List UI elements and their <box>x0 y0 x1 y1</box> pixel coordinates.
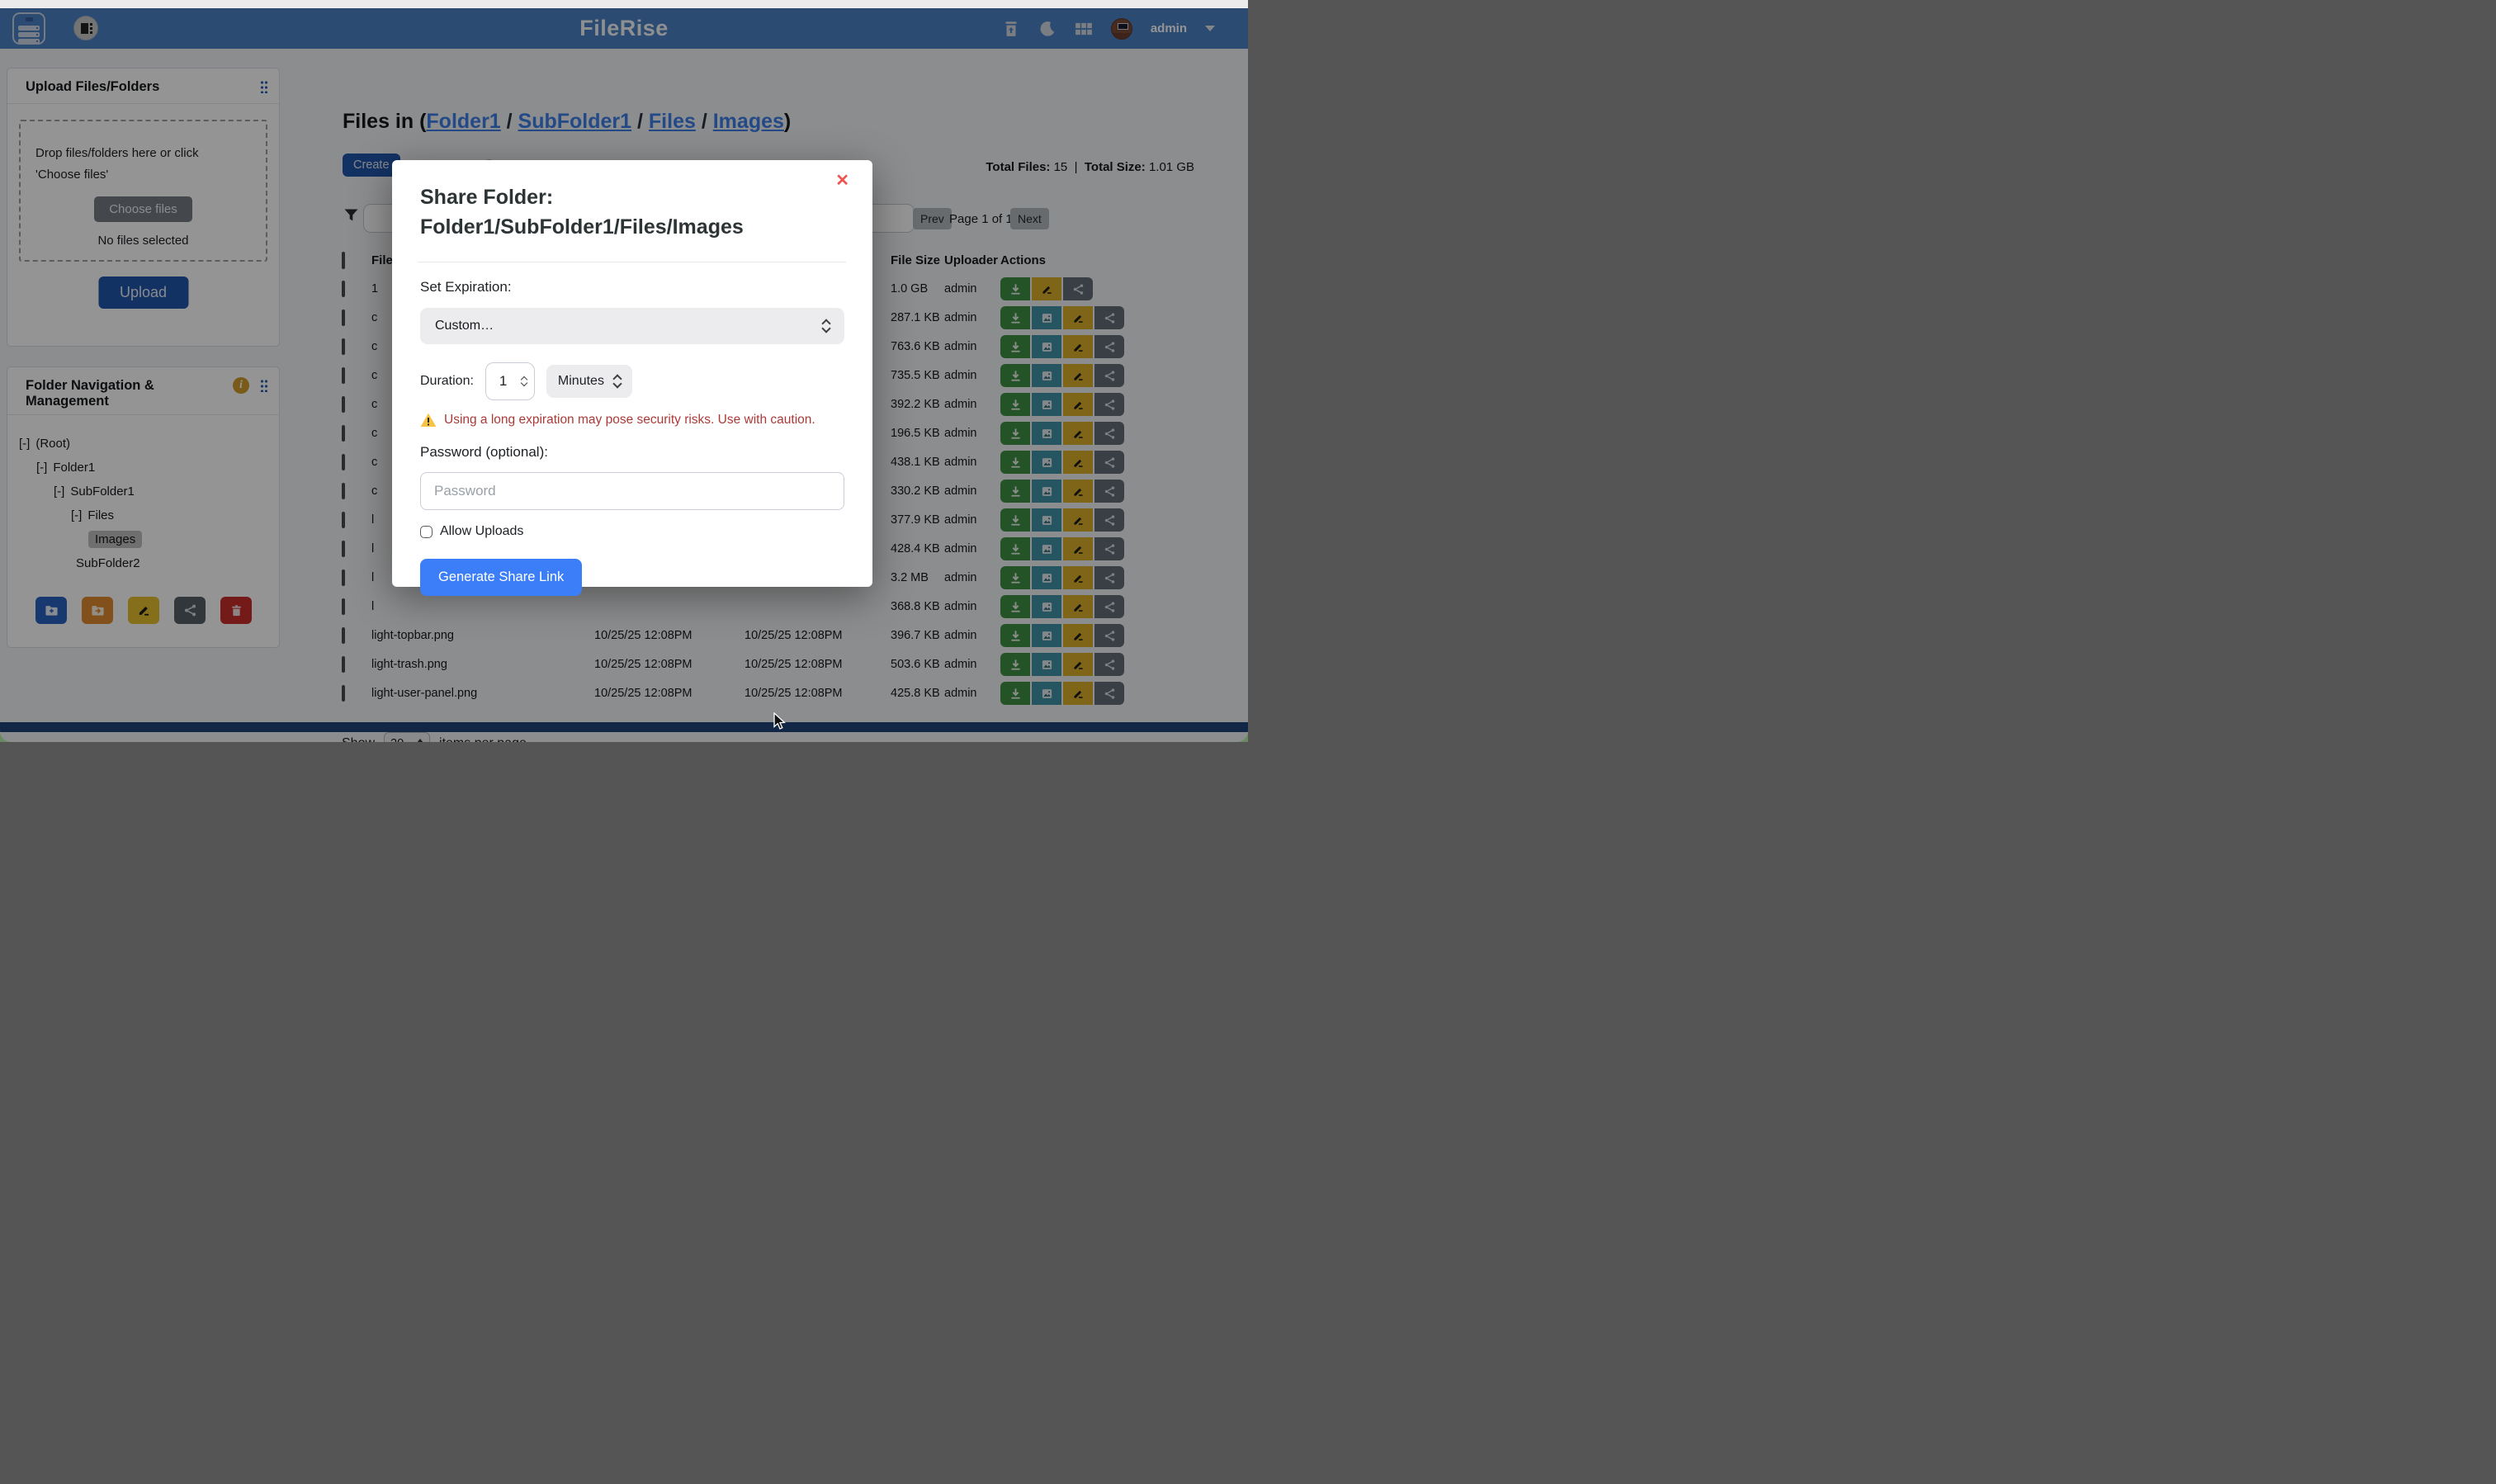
warning-icon <box>420 413 437 428</box>
generate-share-link-button[interactable]: Generate Share Link <box>420 559 582 596</box>
password-label: Password (optional): <box>420 444 844 461</box>
select-chevrons-icon <box>823 320 830 332</box>
duration-label: Duration: <box>420 374 474 389</box>
expiration-select[interactable]: Custom… <box>420 308 844 344</box>
allow-uploads-row: Allow Uploads <box>420 524 844 539</box>
modal-title: Share Folder: Folder1/SubFolder1/Files/I… <box>420 183 808 242</box>
browser-chrome-strip <box>0 0 1248 8</box>
mouse-cursor <box>773 712 787 730</box>
duration-row: Duration: 1 Minutes <box>420 362 844 400</box>
screen: FileRise admin <box>0 0 1248 742</box>
duration-stepper[interactable]: 1 <box>485 362 535 400</box>
filerise-app: FileRise admin <box>0 8 1248 742</box>
expiration-warning: Using a long expiration may pose securit… <box>420 413 844 428</box>
close-icon[interactable]: ✕ <box>830 172 854 190</box>
share-folder-modal: ✕ Share Folder: Folder1/SubFolder1/Files… <box>392 160 872 587</box>
select-chevrons-icon <box>614 376 621 387</box>
stepper-arrows-icon <box>522 377 527 385</box>
allow-uploads-label: Allow Uploads <box>440 524 523 539</box>
duration-unit-select[interactable]: Minutes <box>546 365 632 398</box>
allow-uploads-checkbox[interactable] <box>420 526 433 538</box>
expiration-label: Set Expiration: <box>420 279 844 295</box>
password-field[interactable] <box>420 472 844 510</box>
